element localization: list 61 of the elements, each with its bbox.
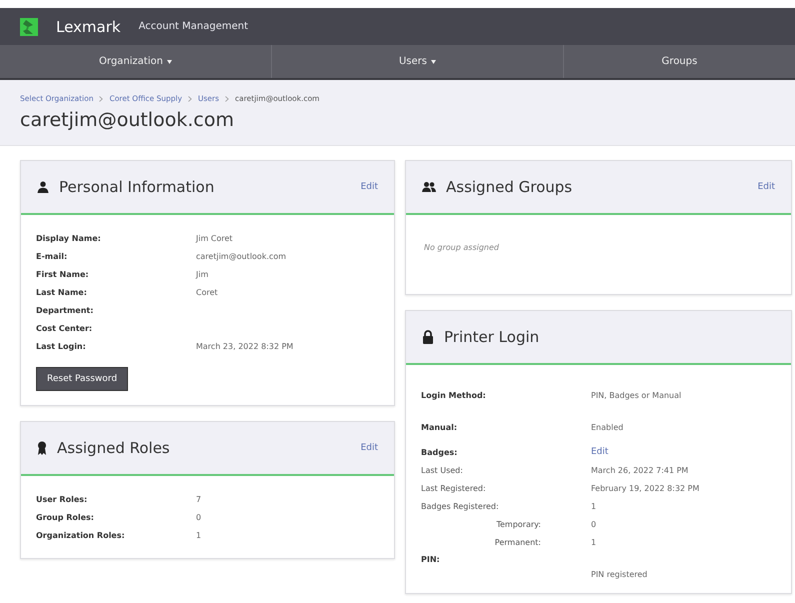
field-label: Organization Roles: bbox=[36, 530, 126, 540]
field-label: Cost Center: bbox=[36, 324, 94, 332]
app-title: Account Management bbox=[138, 21, 248, 32]
field-value: caretjim@outlook.com bbox=[196, 252, 288, 260]
field-value: March 23, 2022 8:32 PM bbox=[196, 342, 294, 350]
field-value: PIN registered bbox=[591, 570, 648, 579]
field-label: Display Name: bbox=[36, 234, 102, 242]
reset-password-button[interactable]: Reset Password bbox=[36, 367, 128, 391]
field-label: E-mail: bbox=[36, 252, 68, 260]
field-value: 0 bbox=[591, 520, 598, 528]
field-label: Login Method: bbox=[421, 390, 487, 400]
chevron-icon bbox=[225, 96, 230, 102]
field-value: 0 bbox=[196, 512, 202, 522]
field-label: Last Name: bbox=[36, 288, 88, 296]
field-value: 1 bbox=[591, 502, 598, 510]
edit-link[interactable]: Edit bbox=[360, 443, 378, 453]
field-value: Enabled bbox=[591, 422, 624, 432]
edit-link[interactable]: Edit bbox=[360, 182, 378, 192]
field-value: Jim bbox=[196, 270, 210, 278]
field-value: 1 bbox=[591, 538, 598, 546]
field-value: Coret bbox=[196, 288, 219, 296]
field-value: 7 bbox=[196, 494, 202, 504]
nav-item[interactable]: Users bbox=[272, 45, 564, 78]
person-icon bbox=[37, 181, 49, 193]
lock-icon bbox=[422, 330, 434, 344]
field-label: First Name: bbox=[36, 270, 90, 278]
panel-title: Printer Login bbox=[444, 328, 540, 346]
logo-icon bbox=[20, 18, 38, 36]
field-label: Permanent: bbox=[494, 538, 542, 546]
edit-link[interactable]: Edit bbox=[591, 447, 608, 457]
page-title: caretjim@outlook.com bbox=[20, 109, 235, 131]
chevron-icon bbox=[188, 96, 192, 102]
field-label: Temporary: bbox=[495, 520, 542, 528]
field-value: March 26, 2022 7:41 PM bbox=[591, 466, 690, 474]
empty-message: No group assigned bbox=[423, 242, 500, 254]
field-label: User Roles: bbox=[36, 494, 88, 504]
panel-title: Personal Information bbox=[59, 178, 216, 196]
field-label: PIN: bbox=[421, 555, 441, 564]
chevron-icon bbox=[99, 96, 104, 102]
field-value: February 19, 2022 8:32 PM bbox=[591, 484, 700, 492]
field-label: Last Registered: bbox=[421, 484, 487, 492]
field-label: Badges: bbox=[421, 448, 458, 456]
field-label: Group Roles: bbox=[36, 512, 95, 522]
edit-link[interactable]: Edit bbox=[758, 182, 775, 192]
panel-title: Assigned Groups bbox=[446, 178, 574, 196]
field-value: PIN, Badges or Manual bbox=[591, 390, 682, 400]
people-icon bbox=[422, 181, 436, 193]
field-label: Badges Registered: bbox=[421, 502, 500, 510]
field-label: Department: bbox=[36, 306, 94, 314]
field-label: Last Login: bbox=[36, 342, 87, 350]
field-label: Manual: bbox=[421, 422, 458, 432]
field-label: Last Used: bbox=[421, 466, 464, 474]
award-icon bbox=[37, 441, 47, 455]
field-value: 1 bbox=[196, 530, 202, 540]
panel-title: Assigned Roles bbox=[57, 439, 171, 457]
nav-item[interactable]: Organization bbox=[0, 45, 272, 78]
caret-icon bbox=[166, 60, 172, 64]
field-value: Jim Coret bbox=[196, 234, 234, 242]
caret-icon bbox=[431, 60, 436, 64]
brand-name: Lexmark bbox=[56, 18, 121, 36]
nav-item[interactable]: Groups bbox=[564, 45, 795, 78]
